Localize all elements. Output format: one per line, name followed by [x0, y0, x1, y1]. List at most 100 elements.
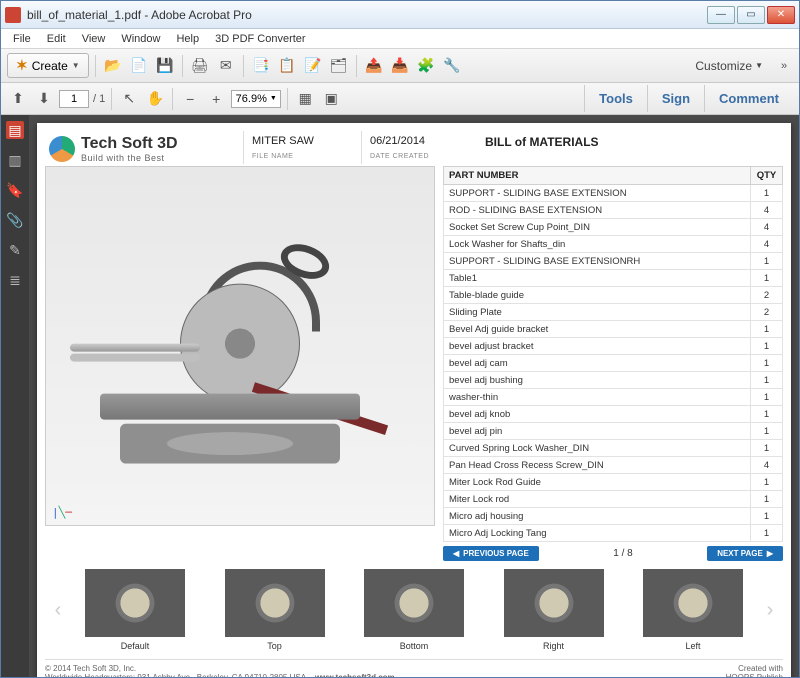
view-thumbnail[interactable]: Left: [643, 569, 743, 651]
table-row[interactable]: bevel adj bushing1: [444, 372, 783, 389]
convert-8-icon[interactable]: 🔧: [441, 55, 463, 77]
mail-icon[interactable]: ✉: [215, 55, 237, 77]
cell-part: bevel adj pin: [444, 423, 751, 440]
convert-7-icon[interactable]: 🧩: [415, 55, 437, 77]
titlebar: bill_of_material_1.pdf - Adobe Acrobat P…: [1, 1, 799, 29]
table-row[interactable]: Miter Lock rod1: [444, 491, 783, 508]
tool-a-icon[interactable]: ▦: [294, 88, 316, 110]
minimize-button[interactable]: —: [707, 6, 735, 24]
table-row[interactable]: washer-thin1: [444, 389, 783, 406]
table-row[interactable]: bevel adj pin1: [444, 423, 783, 440]
thumbnail-label: Left: [643, 641, 743, 651]
menu-window[interactable]: Window: [113, 31, 168, 47]
print-icon[interactable]: 🖨: [189, 55, 211, 77]
brand-tagline: Build with the Best: [81, 153, 178, 163]
prev-page-button[interactable]: ◀PREVIOUS PAGE: [443, 546, 539, 561]
date-value: 06/21/2014: [370, 135, 463, 147]
view-thumbnail[interactable]: Top: [225, 569, 325, 651]
menu-help[interactable]: Help: [168, 31, 207, 47]
menu-3dpdf[interactable]: 3D PDF Converter: [207, 31, 313, 47]
view-thumbnail[interactable]: Right: [504, 569, 604, 651]
maximize-button[interactable]: ▭: [737, 6, 765, 24]
nav-bookmarks-icon[interactable]: 🔖: [6, 181, 24, 199]
zoom-out-icon[interactable]: −: [179, 88, 201, 110]
table-row[interactable]: Micro Adj Locking Tang1: [444, 525, 783, 542]
sign-pane-button[interactable]: Sign: [647, 85, 704, 112]
bom-title: BILL of MATERIALS: [479, 131, 783, 153]
convert-5-icon[interactable]: 📤: [363, 55, 385, 77]
view-thumbnail[interactable]: Bottom: [364, 569, 464, 651]
zoom-in-icon[interactable]: +: [205, 88, 227, 110]
create-pdf-icon[interactable]: 📄: [128, 55, 150, 77]
convert-6-icon[interactable]: 📥: [389, 55, 411, 77]
open-icon[interactable]: 📂: [102, 55, 124, 77]
table-row[interactable]: Lock Washer for Shafts_din4: [444, 236, 783, 253]
cell-qty: 4: [751, 202, 783, 219]
thumbnail-image: [364, 569, 464, 637]
nav-pages-icon[interactable]: ▥: [6, 151, 24, 169]
convert-4-icon[interactable]: 🗂: [328, 55, 350, 77]
create-button[interactable]: ✶ Create ▼: [7, 53, 89, 78]
cell-qty: 2: [751, 287, 783, 304]
cell-qty: 1: [751, 355, 783, 372]
page-number-input[interactable]: [59, 90, 89, 108]
convert-3-icon[interactable]: 📝: [302, 55, 324, 77]
page-down-icon[interactable]: ⬇: [33, 88, 55, 110]
window-title: bill_of_material_1.pdf - Adobe Acrobat P…: [27, 8, 707, 22]
cell-part: bevel adj cam: [444, 355, 751, 372]
col-qty[interactable]: QTY: [751, 167, 783, 185]
menu-view[interactable]: View: [74, 31, 114, 47]
table-row[interactable]: Table-blade guide2: [444, 287, 783, 304]
table-row[interactable]: ROD - SLIDING BASE EXTENSION4: [444, 202, 783, 219]
convert-1-icon[interactable]: 📑: [250, 55, 272, 77]
table-row[interactable]: Pan Head Cross Recess Screw_DIN4: [444, 457, 783, 474]
convert-2-icon[interactable]: 📋: [276, 55, 298, 77]
nav-pane: ▤ ▥ 🔖 📎 ✎ ≣: [1, 115, 29, 677]
cell-part: Miter Lock rod: [444, 491, 751, 508]
nav-signatures-icon[interactable]: ✎: [6, 241, 24, 259]
table-row[interactable]: Miter Lock Rod Guide1: [444, 474, 783, 491]
cursor-icon[interactable]: ↖: [118, 88, 140, 110]
table-row[interactable]: bevel adjust bracket1: [444, 338, 783, 355]
table-row[interactable]: Curved Spring Lock Washer_DIN1: [444, 440, 783, 457]
thumbnail-image: [85, 569, 185, 637]
nav-attachments-icon[interactable]: 📎: [6, 211, 24, 229]
table-row[interactable]: Micro adj housing1: [444, 508, 783, 525]
tool-b-icon[interactable]: ▣: [320, 88, 342, 110]
thumbnail-label: Bottom: [364, 641, 464, 651]
nav-thumbnails-icon[interactable]: ▤: [6, 121, 24, 139]
3d-viewport[interactable]: |╲─: [45, 166, 435, 526]
table-row[interactable]: SUPPORT - SLIDING BASE EXTENSION1: [444, 185, 783, 202]
close-button[interactable]: ✕: [767, 6, 795, 24]
zoom-combo[interactable]: 76.9%▼: [231, 90, 281, 108]
save-icon[interactable]: 💾: [154, 55, 176, 77]
cell-part: Miter Lock Rod Guide: [444, 474, 751, 491]
table-row[interactable]: SUPPORT - SLIDING BASE EXTENSIONRH1: [444, 253, 783, 270]
customize-button[interactable]: Customize ▼: [687, 56, 771, 76]
table-row[interactable]: Table11: [444, 270, 783, 287]
comment-pane-button[interactable]: Comment: [704, 85, 793, 112]
menu-edit[interactable]: Edit: [39, 31, 74, 47]
col-part[interactable]: PART NUMBER: [444, 167, 751, 185]
bom-table: PART NUMBER QTY SUPPORT - SLIDING BASE E…: [443, 166, 783, 542]
separator: [356, 55, 357, 77]
hand-icon[interactable]: ✋: [144, 88, 166, 110]
next-page-button[interactable]: NEXT PAGE▶: [707, 546, 783, 561]
page-footer: © 2014 Tech Soft 3D, Inc. Worldwide Head…: [45, 659, 783, 677]
table-row[interactable]: Sliding Plate2: [444, 304, 783, 321]
page-up-icon[interactable]: ⬆: [7, 88, 29, 110]
menu-file[interactable]: File: [5, 31, 39, 47]
table-row[interactable]: Socket Set Screw Cup Point_DIN4: [444, 219, 783, 236]
cell-part: Micro Adj Locking Tang: [444, 525, 751, 542]
view-thumbnail[interactable]: Default: [85, 569, 185, 651]
tools-pane-button[interactable]: Tools: [584, 85, 647, 112]
thumb-prev-button[interactable]: ‹: [49, 580, 67, 640]
expand-toolbar-button[interactable]: »: [775, 60, 793, 72]
cell-part: Curved Spring Lock Washer_DIN: [444, 440, 751, 457]
thumb-next-button[interactable]: ›: [761, 580, 779, 640]
nav-layers-icon[interactable]: ≣: [6, 271, 24, 289]
table-row[interactable]: bevel adj knob1: [444, 406, 783, 423]
table-row[interactable]: bevel adj cam1: [444, 355, 783, 372]
table-row[interactable]: Bevel Adj guide bracket1: [444, 321, 783, 338]
document-viewport[interactable]: Tech Soft 3D Build with the Best MITER S…: [29, 115, 799, 677]
